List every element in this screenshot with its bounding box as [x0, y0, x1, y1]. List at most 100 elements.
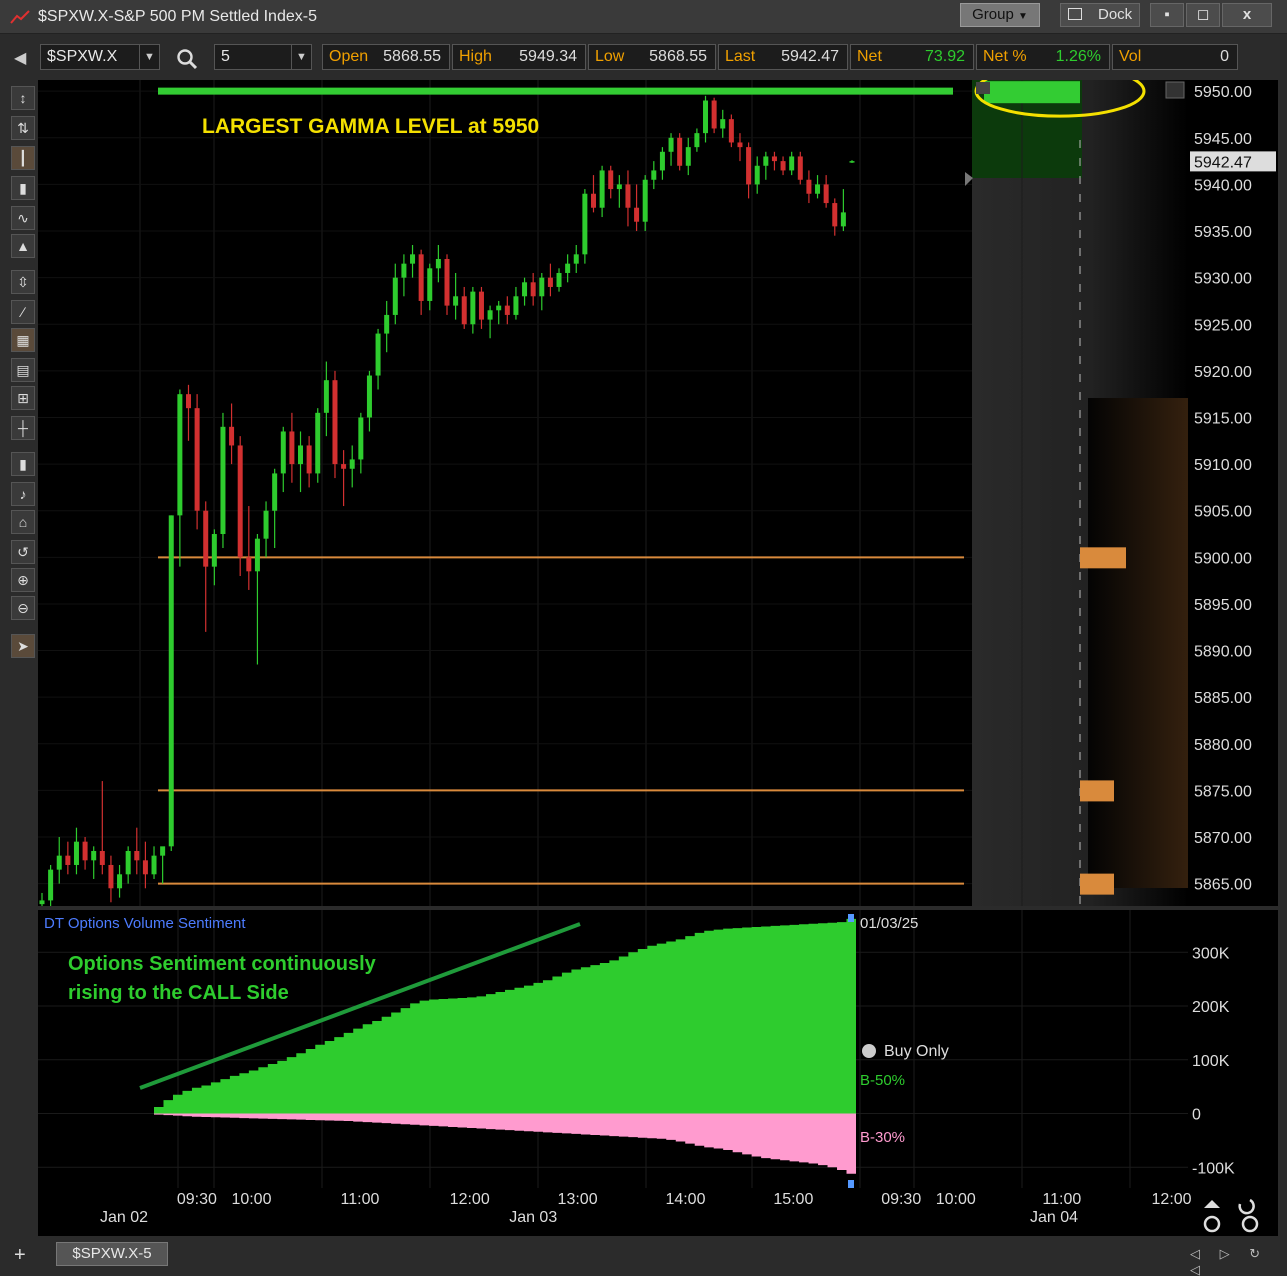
bar-tool-icon[interactable]: ▮: [11, 176, 35, 200]
price-chart[interactable]: LARGEST GAMMA LEVEL at 5950: [38, 64, 1188, 906]
candle-body: [444, 258, 450, 306]
candle-body: [780, 161, 786, 171]
zoom-out-icon[interactable]: [1241, 1215, 1259, 1233]
quote-value: 0: [1220, 48, 1229, 65]
symbol-input[interactable]: $SPXW.X ▼: [40, 44, 160, 70]
candle-body: [392, 277, 398, 315]
collapse-left-icon[interactable]: ◀: [14, 48, 26, 68]
fit-tool-icon[interactable]: ⇳: [11, 270, 35, 294]
time-tick-label: 09:30: [177, 1191, 217, 1208]
pin-tool-icon[interactable]: ▮: [11, 452, 35, 476]
menu-icon[interactable]: [1165, 81, 1185, 99]
quote-label: Vol: [1119, 48, 1142, 65]
add-tab-icon[interactable]: +: [14, 1244, 26, 1267]
candle-body: [280, 431, 286, 474]
candle-body: [840, 212, 846, 227]
zoom-in-icon[interactable]: [1203, 1215, 1221, 1233]
quote-toolbar: ◀ $SPXW.X ▼ 5 ▼ Open 5868.55 High 5949.34 Lo…: [0, 40, 1287, 74]
candle-body: [73, 841, 79, 865]
candle-body: [298, 445, 304, 465]
interval-input[interactable]: 5 ▼: [214, 44, 312, 70]
sentiment-annotation-line-1: Options Sentiment continuously: [68, 953, 377, 975]
candle-body: [530, 282, 536, 297]
layout-tool-icon[interactable]: ⊞: [11, 386, 35, 410]
interval-dropdown-icon[interactable]: ▼: [291, 45, 311, 69]
candle-body: [229, 426, 235, 446]
group-button[interactable]: Group ▼: [960, 3, 1040, 27]
range-handle-bottom[interactable]: [848, 1180, 854, 1188]
time-tick-label: 10:00: [936, 1191, 976, 1208]
price-tick-label: 5895.00: [1194, 597, 1252, 614]
price-tick-label: 5930.00: [1194, 271, 1252, 288]
close-button[interactable]: x: [1222, 3, 1272, 27]
time-axis-svg: 09:30 10:00 11:00 12:00 13:00 14:00 15:00 09:30…: [100, 1191, 1259, 1233]
crosshair-tool-icon[interactable]: ↕: [11, 86, 35, 110]
table-tool-icon[interactable]: ▤: [11, 358, 35, 382]
gamma-level-bar: [984, 81, 1080, 104]
trendline-tool-icon[interactable]: ∕: [11, 300, 35, 324]
candle-body: [134, 850, 140, 861]
price-tick-label: 5950.00: [1194, 84, 1252, 101]
note-tool-icon[interactable]: ♪: [11, 482, 35, 506]
sentiment-chart-svg: DT Options Volume Sentiment 01/03/25 Buy O…: [38, 910, 1235, 1188]
zoom-out-tool-icon[interactable]: ⊖: [11, 596, 35, 620]
gear-icon[interactable]: [976, 82, 990, 94]
undo-icon[interactable]: [1238, 1198, 1255, 1215]
candle-body: [82, 841, 88, 861]
candle-body: [194, 408, 200, 511]
area-tool-icon[interactable]: ▲: [11, 234, 35, 258]
pointer-tool-icon[interactable]: ➤: [11, 634, 35, 658]
candle-body: [151, 855, 157, 875]
home-tool-icon[interactable]: ⌂: [11, 510, 35, 534]
minimize-button[interactable]: ▪: [1150, 3, 1184, 27]
candle-body: [39, 900, 45, 905]
price-tick-label: 5940.00: [1194, 177, 1252, 194]
window-title: $SPXW.X-S&P 500 PM Settled Index-5: [38, 8, 317, 25]
quote-value: 5942.47: [781, 48, 839, 65]
candle-body: [590, 193, 596, 208]
candle-body: [453, 296, 459, 306]
candle-body: [642, 179, 648, 222]
time-axis[interactable]: 09:30 10:00 11:00 12:00 13:00 14:00 15:00 09:30…: [38, 1188, 1278, 1236]
cross-tool-icon[interactable]: ┼: [11, 416, 35, 440]
tab-chart[interactable]: $SPXW.X-5: [56, 1242, 168, 1266]
price-tick-label: 5915.00: [1194, 410, 1252, 427]
maximize-button[interactable]: ◻: [1186, 3, 1220, 27]
sentiment-annotation-line-2: rising to the CALL Side: [68, 982, 289, 1004]
cursor-tool-icon[interactable]: ⇅: [11, 116, 35, 140]
candle-body: [418, 254, 424, 301]
quote-value: 1.26%: [1055, 48, 1101, 65]
candle-body: [289, 431, 295, 465]
quote-label: Net: [857, 48, 882, 65]
home-icon[interactable]: [1204, 1200, 1220, 1208]
line-tool-icon[interactable]: ∿: [11, 206, 35, 230]
quote-net: Net % 1.26%: [976, 44, 1110, 70]
gear-icon[interactable]: [862, 1044, 876, 1058]
candle-body: [435, 258, 441, 269]
symbol-dropdown-icon[interactable]: ▼: [139, 45, 159, 69]
put-level-bar: [1080, 547, 1126, 569]
candle-body: [237, 445, 243, 558]
candle-body: [332, 380, 338, 465]
undo-tool-icon[interactable]: ↺: [11, 540, 35, 564]
sentiment-tick-label: -100K: [1192, 1160, 1235, 1177]
quote-value: 5949.34: [519, 48, 577, 65]
tab-nav-icons[interactable]: ◁ ▷ ↻ ◁: [1190, 1246, 1287, 1276]
candle-body: [315, 412, 321, 474]
price-axis[interactable]: 5865.00 5870.00 5875.00 5880.00 5885.00 5890.…: [1188, 80, 1278, 906]
range-handle-top[interactable]: [848, 914, 854, 922]
candle-body: [254, 538, 260, 572]
grid-tool-icon[interactable]: ▦: [11, 328, 35, 352]
dock-button[interactable]: Dock: [1060, 3, 1140, 27]
price-tick-label: 5910.00: [1194, 457, 1252, 474]
zoom-in-tool-icon[interactable]: ⊕: [11, 568, 35, 592]
candle-tool-icon[interactable]: ┃: [11, 146, 35, 170]
quote-low: Low 5868.55: [588, 44, 716, 70]
last-price-pointer-icon: [965, 172, 973, 186]
search-icon[interactable]: [176, 48, 198, 70]
candle-body: [375, 333, 381, 376]
candle-body: [56, 855, 62, 870]
candle-body: [366, 375, 372, 418]
sentiment-panel[interactable]: DT Options Volume Sentiment 01/03/25 Buy O…: [38, 910, 1278, 1190]
candle-body: [711, 100, 717, 129]
